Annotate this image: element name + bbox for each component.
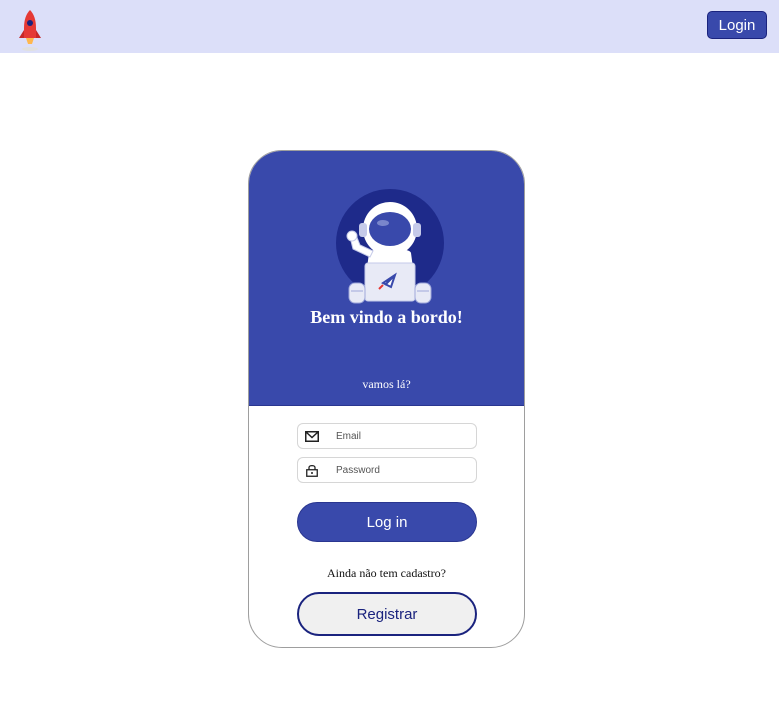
card-header: Bem vindo a bordo! vamos lá? <box>249 151 524 406</box>
rocket-icon[interactable] <box>16 8 44 52</box>
top-navbar: Login <box>0 0 779 53</box>
login-button[interactable]: Log in <box>297 502 477 542</box>
email-field[interactable] <box>297 423 477 449</box>
register-button[interactable]: Registrar <box>297 592 477 636</box>
password-field[interactable] <box>297 457 477 483</box>
astronaut-illustration <box>336 189 444 304</box>
envelope-icon <box>305 431 319 442</box>
password-input[interactable] <box>336 461 466 479</box>
header-login-button[interactable]: Login <box>707 11 767 39</box>
no-account-text: Ainda não tem cadastro? <box>327 566 446 580</box>
login-card: Bem vindo a bordo! vamos lá? Log in Aind… <box>248 150 525 648</box>
email-input[interactable] <box>336 427 466 445</box>
welcome-title: Bem vindo a bordo! <box>310 307 463 327</box>
lock-icon <box>306 464 318 477</box>
welcome-subtitle: vamos lá? <box>362 377 411 391</box>
